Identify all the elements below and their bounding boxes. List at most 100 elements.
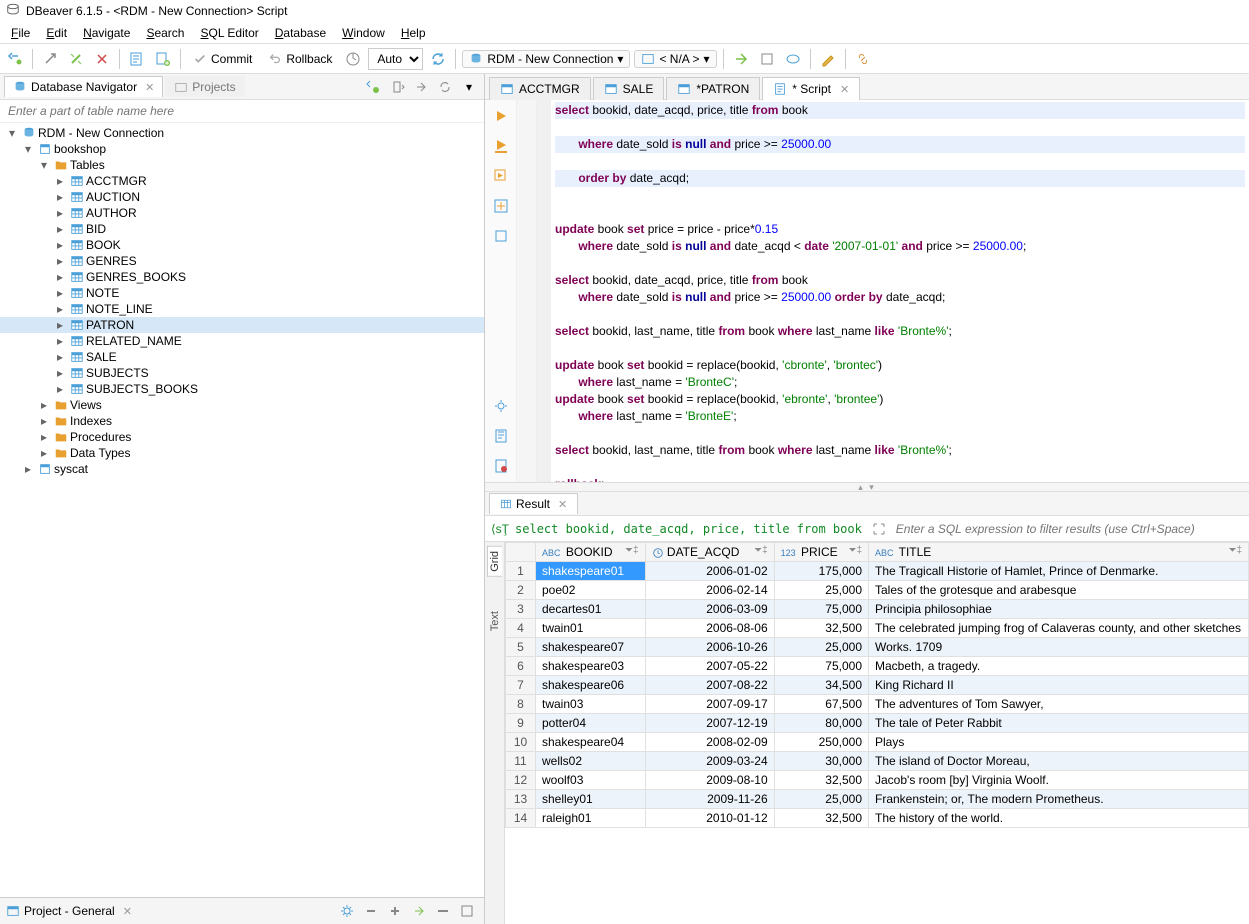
result-grid[interactable]: ABC BOOKID ⏷‡ DATE_ACQD ⏷‡123 PRICE ⏷‡AB… (505, 542, 1249, 924)
tree-twisty-icon[interactable]: ▸ (52, 302, 68, 316)
transaction-mode-icon[interactable] (342, 48, 364, 70)
menu-item-navigate[interactable]: Navigate (76, 24, 137, 42)
tree-node-procedures[interactable]: ▸Procedures (0, 429, 484, 445)
editor-tab-sale[interactable]: SALE (593, 77, 665, 100)
cell[interactable]: 75,000 (774, 600, 868, 619)
table-row[interactable]: 1shakespeare012006-01-02175,000The Tragi… (506, 562, 1249, 581)
cell[interactable]: 80,000 (774, 714, 868, 733)
connect-icon[interactable] (39, 48, 61, 70)
tree-twisty-icon[interactable]: ▾ (20, 142, 36, 156)
menu-item-edit[interactable]: Edit (39, 24, 74, 42)
cell[interactable]: 2007-12-19 (645, 714, 774, 733)
cell[interactable]: The tale of Peter Rabbit (869, 714, 1249, 733)
menu-item-window[interactable]: Window (335, 24, 392, 42)
close-icon[interactable]: ✕ (554, 498, 567, 511)
cell[interactable]: shakespeare06 (536, 676, 646, 695)
cell[interactable]: 2006-10-26 (645, 638, 774, 657)
table-row[interactable]: 10shakespeare042008-02-09250,000Plays (506, 733, 1249, 752)
tree-twisty-icon[interactable]: ▾ (4, 126, 20, 140)
table-row[interactable]: 8twain032007-09-1767,500The adventures o… (506, 695, 1249, 714)
menu-item-database[interactable]: Database (268, 24, 333, 42)
sql-settings-icon[interactable] (489, 394, 513, 418)
sql-save-icon[interactable] (489, 424, 513, 448)
table-row[interactable]: 7shakespeare062007-08-2234,500King Richa… (506, 676, 1249, 695)
cell[interactable]: shelley01 (536, 790, 646, 809)
table-row[interactable]: 11wells022009-03-2430,000The island of D… (506, 752, 1249, 771)
proj-minus-icon[interactable] (360, 900, 382, 922)
cell[interactable]: shakespeare03 (536, 657, 646, 676)
disconnect-icon[interactable] (65, 48, 87, 70)
sql-editor[interactable]: select bookid, date_acqd, price, title f… (551, 100, 1249, 482)
cell[interactable]: wells02 (536, 752, 646, 771)
menu-item-help[interactable]: Help (394, 24, 433, 42)
table-row[interactable]: 2poe022006-02-1425,000Tales of the grote… (506, 581, 1249, 600)
rollback-button[interactable]: Rollback (262, 50, 338, 68)
nav-arrow-icon[interactable] (386, 76, 408, 98)
tree-node-note[interactable]: ▸NOTE (0, 285, 484, 301)
tree-node-sale[interactable]: ▸SALE (0, 349, 484, 365)
cell[interactable]: The history of the world. (869, 809, 1249, 828)
cell[interactable]: The Tragicall Historie of Hamlet, Prince… (869, 562, 1249, 581)
new-sql-icon[interactable] (152, 48, 174, 70)
menu-item-sql-editor[interactable]: SQL Editor (193, 24, 265, 42)
cell[interactable]: 67,500 (774, 695, 868, 714)
schema-selector[interactable]: < N/A > ▾ (634, 50, 716, 68)
cell[interactable]: Jacob's room [by] Virginia Woolf. (869, 771, 1249, 790)
commit-button[interactable]: Commit (187, 50, 258, 68)
cell[interactable]: 2009-11-26 (645, 790, 774, 809)
cell[interactable]: 2007-05-22 (645, 657, 774, 676)
navigator-tree[interactable]: ▾RDM - New Connection▾bookshop▾Tables▸AC… (0, 123, 484, 717)
cell[interactable]: poe02 (536, 581, 646, 600)
cell[interactable]: shakespeare04 (536, 733, 646, 752)
tree-node-auction[interactable]: ▸AUCTION (0, 189, 484, 205)
nav-link-icon[interactable] (410, 76, 432, 98)
toolbar-icon-link[interactable] (852, 48, 874, 70)
table-row[interactable]: 14raleigh012010-01-1232,500The history o… (506, 809, 1249, 828)
toolbar-icon-2[interactable] (756, 48, 778, 70)
menu-item-search[interactable]: Search (139, 24, 191, 42)
cell[interactable]: The island of Doctor Moreau, (869, 752, 1249, 771)
column-header-price[interactable]: 123 PRICE ⏷‡ (774, 543, 868, 562)
table-row[interactable]: 9potter042007-12-1980,000The tale of Pet… (506, 714, 1249, 733)
cell[interactable]: twain01 (536, 619, 646, 638)
result-filter-input[interactable] (896, 522, 1243, 536)
close-icon[interactable]: ✕ (141, 81, 154, 94)
cell[interactable]: 25,000 (774, 581, 868, 600)
column-header-bookid[interactable]: ABC BOOKID ⏷‡ (536, 543, 646, 562)
tree-twisty-icon[interactable]: ▸ (36, 446, 52, 460)
tree-node-views[interactable]: ▸Views (0, 397, 484, 413)
tree-twisty-icon[interactable]: ▸ (52, 222, 68, 236)
cell[interactable]: 75,000 (774, 657, 868, 676)
tree-twisty-icon[interactable]: ▸ (52, 254, 68, 268)
column-filter-icon[interactable]: ⏷‡ (848, 545, 862, 556)
cell[interactable]: 2007-08-22 (645, 676, 774, 695)
tree-node-subjects[interactable]: ▸SUBJECTS (0, 365, 484, 381)
tree-twisty-icon[interactable]: ▸ (52, 174, 68, 188)
cell[interactable]: 30,000 (774, 752, 868, 771)
tree-node-indexes[interactable]: ▸Indexes (0, 413, 484, 429)
tree-node-bid[interactable]: ▸BID (0, 221, 484, 237)
table-row[interactable]: 4twain012006-08-0632,500The celebrated j… (506, 619, 1249, 638)
column-header-title[interactable]: ABC TITLE ⏷‡ (869, 543, 1249, 562)
tree-twisty-icon[interactable]: ▸ (52, 350, 68, 364)
editor-tab--patron[interactable]: *PATRON (666, 77, 760, 100)
cell[interactable]: 175,000 (774, 562, 868, 581)
column-filter-icon[interactable]: ⏷‡ (625, 545, 639, 556)
editor-tab--rdm-new-connection-script[interactable]: * Script✕ (762, 77, 860, 100)
cell[interactable]: 2010-01-12 (645, 809, 774, 828)
cell[interactable]: 2007-09-17 (645, 695, 774, 714)
refresh-icon[interactable] (427, 48, 449, 70)
cell[interactable]: 34,500 (774, 676, 868, 695)
cell[interactable]: Tales of the grotesque and arabesque (869, 581, 1249, 600)
sql-load-icon[interactable] (489, 454, 513, 478)
tree-twisty-icon[interactable]: ▸ (52, 190, 68, 204)
tree-node-genres[interactable]: ▸GENRES (0, 253, 484, 269)
table-row[interactable]: 5shakespeare072006-10-2625,000Works. 170… (506, 638, 1249, 657)
cell[interactable]: The celebrated jumping frog of Calaveras… (869, 619, 1249, 638)
side-tab-grid[interactable]: Grid (487, 546, 502, 577)
toolbar-icon-1[interactable] (730, 48, 752, 70)
new-connection-icon[interactable] (4, 48, 26, 70)
expand-icon[interactable] (868, 518, 890, 540)
result-collapse-handle[interactable]: ▴ ▾ (485, 482, 1249, 492)
cell[interactable]: 2009-03-24 (645, 752, 774, 771)
